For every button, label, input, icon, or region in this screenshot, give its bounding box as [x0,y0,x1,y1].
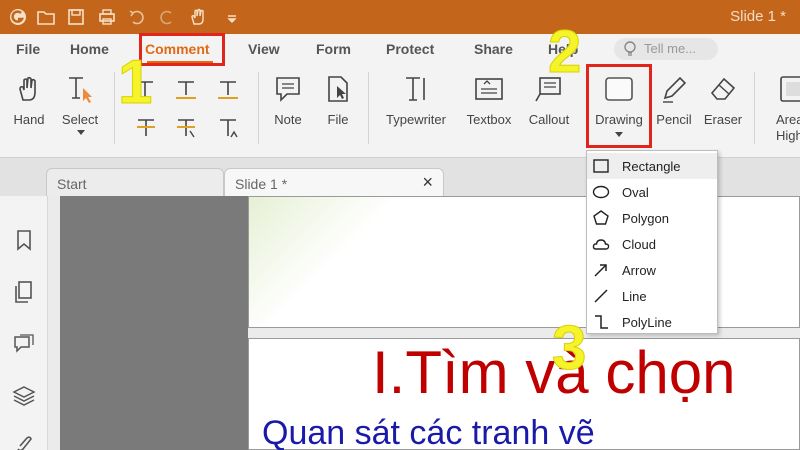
dropdown-item-rectangle[interactable]: Rectangle [587,153,717,179]
hand-tool-label: Hand [13,112,45,127]
tab-slide-1-label: Slide 1 * [235,176,288,192]
tab-start-label: Start [57,176,87,192]
document-title: Slide 1 * [730,8,786,25]
tab-start[interactable]: Start [46,168,224,196]
bookmark-icon[interactable] [12,228,36,252]
textbox-label: Textbox [466,112,512,127]
hand-tool-button[interactable]: Hand [6,72,52,132]
close-tab-icon[interactable]: × [422,172,433,193]
select-tool-label: Select [61,112,99,127]
dropdown-item-cloud[interactable]: Cloud [587,231,717,257]
dropdown-item-label: Cloud [622,237,656,252]
pages-icon[interactable] [12,280,36,304]
pencil-tool-button[interactable]: Pencil [652,72,696,132]
textbox-icon [475,78,503,100]
step-number-1: 1 [117,48,153,117]
tell-me-placeholder: Tell me... [644,41,697,56]
insert-text-icon[interactable] [216,117,240,139]
area-highlight-button[interactable]: Area Highligh [762,72,800,148]
note-tool-button[interactable]: Note [266,72,310,132]
undo-icon[interactable] [127,7,147,27]
file-attach-label: File [327,112,349,127]
save-icon[interactable] [66,7,86,27]
menu-view[interactable]: View [248,41,280,57]
slide-subtitle-text: Quan sát các tranh vẽ [262,414,595,450]
note-tool-label: Note [274,112,302,127]
select-text-icon [69,77,92,103]
print-icon[interactable] [97,7,117,27]
polygon-icon [593,210,609,225]
ribbon-separator [368,72,369,144]
strikeout-text-icon[interactable] [134,117,158,139]
replace-text-icon[interactable] [174,117,198,139]
typewriter-icon [406,77,425,101]
drawing-dropdown-menu: Rectangle Oval Polygon Cloud Arrow Line … [586,150,718,334]
dropdown-item-label: PolyLine [622,315,672,330]
typewriter-tool-button[interactable]: Typewriter [378,72,454,132]
line-icon [594,289,608,303]
app-logo-icon[interactable] [8,7,28,27]
area-highlight-icon [780,76,800,102]
textbox-tool-button[interactable]: Textbox [460,72,518,132]
eraser-label: Eraser [703,112,743,127]
dropdown-item-line[interactable]: Line [587,283,717,309]
pencil-icon [663,76,687,103]
polyline-icon [595,315,608,329]
note-icon [276,77,300,102]
callout-label: Callout [528,112,570,127]
step-number-3: 3 [551,314,587,383]
dropdown-item-label: Polygon [622,211,669,226]
pencil-label: Pencil [656,112,692,127]
dropdown-item-label: Rectangle [622,159,681,174]
eraser-tool-button[interactable]: Eraser [700,72,746,132]
rectangle-icon [593,159,609,173]
file-attachment-icon [328,76,348,102]
redo-icon[interactable] [157,7,177,27]
area-highlight-label: Area Highligh [776,112,800,143]
hand-icon[interactable] [188,7,208,27]
select-dropdown-icon [77,130,85,135]
dropdown-item-oval[interactable]: Oval [587,179,717,205]
attachments-icon[interactable] [12,432,36,450]
ribbon-separator [754,72,755,144]
layers-icon[interactable] [12,384,36,408]
oval-icon [592,185,610,199]
dropdown-item-label: Oval [622,185,649,200]
typewriter-label: Typewriter [386,112,446,127]
arrow-icon [594,264,607,277]
dropdown-item-arrow[interactable]: Arrow [587,257,717,283]
tab-slide-1[interactable]: Slide 1 * × [224,168,444,196]
dropdown-item-label: Arrow [622,263,656,278]
step-number-2: 2 [547,18,582,85]
menu-share[interactable]: Share [474,41,513,57]
cloud-icon [592,239,610,250]
page-background [60,196,248,450]
lightbulb-icon [622,40,638,58]
file-attach-button[interactable]: File [316,72,360,132]
select-tool-button[interactable]: Select [56,72,104,142]
customize-icon[interactable] [222,7,237,27]
comments-icon[interactable] [12,332,36,356]
open-folder-icon[interactable] [36,7,56,27]
menu-form[interactable]: Form [316,41,351,57]
dropdown-item-polyline[interactable]: PolyLine [587,309,717,335]
ribbon-separator [258,72,259,144]
underline-text-icon[interactable] [174,79,198,101]
menu-protect[interactable]: Protect [386,41,434,57]
left-sidebar [0,196,48,450]
menu-file[interactable]: File [16,41,40,57]
squiggly-text-icon[interactable] [216,79,240,101]
dropdown-item-label: Line [622,289,647,304]
title-bar: Slide 1 * [0,0,800,34]
dropdown-item-polygon[interactable]: Polygon [587,205,717,231]
eraser-icon [710,77,736,100]
ribbon-separator [114,72,115,144]
highlight-box-drawing-button [586,64,652,148]
hand-tool-icon [19,76,36,101]
menu-home[interactable]: Home [70,41,109,57]
tell-me-search[interactable]: Tell me... [614,38,718,60]
